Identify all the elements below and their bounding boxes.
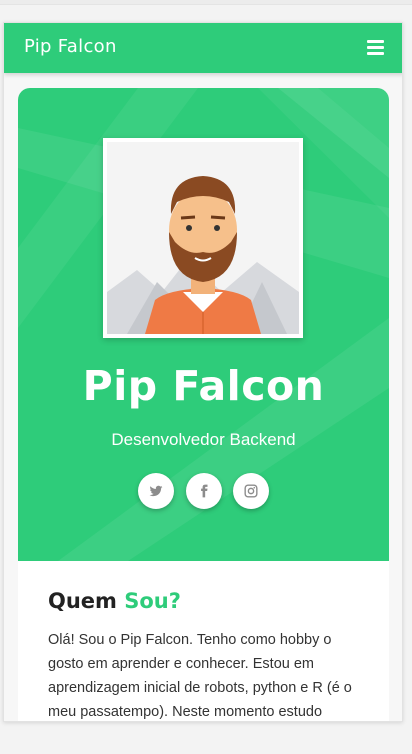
avatar: [103, 138, 303, 338]
page-frame: Pip Falcon Pip Falcon Desenvolvedor Back…: [3, 22, 403, 722]
hamburger-icon[interactable]: [367, 40, 384, 55]
twitter-icon: [149, 485, 163, 497]
browser-top-strip: [0, 0, 412, 5]
about-section: Quem Sou? Olá! Sou o Pip Falcon. Tenho c…: [18, 561, 389, 721]
avatar-illustration: [107, 142, 299, 334]
about-title: Quem Sou?: [48, 589, 181, 613]
instagram-icon: [244, 484, 258, 498]
hero-role: Desenvolvedor Backend: [111, 430, 296, 449]
twitter-button[interactable]: [138, 473, 175, 509]
navbar-brand[interactable]: Pip Falcon: [24, 36, 117, 57]
hero-name: Pip Falcon: [82, 362, 325, 410]
social-links: [18, 473, 389, 509]
instagram-button[interactable]: [232, 473, 269, 509]
facebook-button[interactable]: [185, 473, 222, 509]
facebook-icon: [200, 484, 207, 498]
hero-section: Pip Falcon Desenvolvedor Backend: [18, 88, 389, 561]
about-text: Olá! Sou o Pip Falcon. Tenho como hobby …: [48, 632, 352, 720]
navbar: Pip Falcon: [4, 23, 402, 73]
